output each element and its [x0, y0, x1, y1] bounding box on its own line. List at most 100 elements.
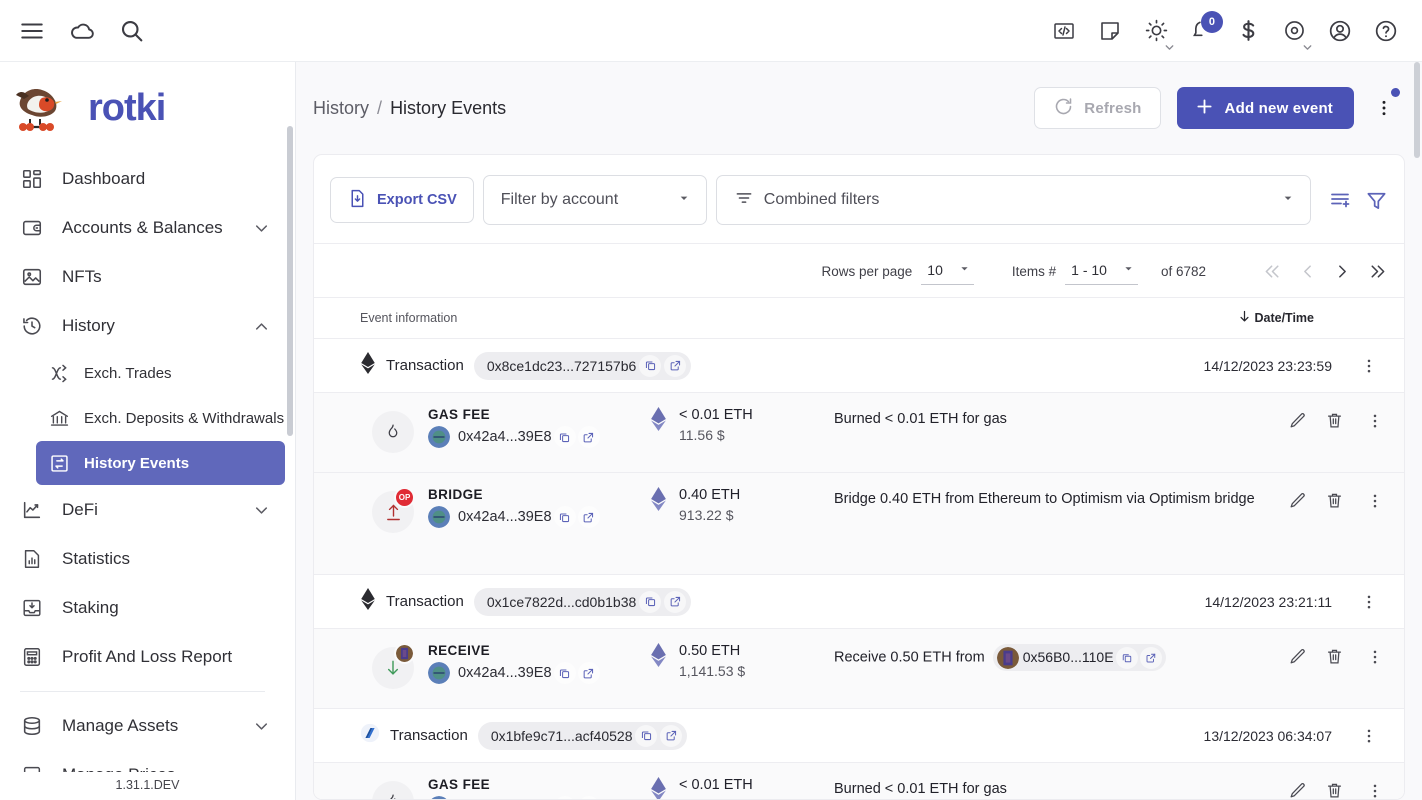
external-link-icon[interactable]: [577, 506, 600, 528]
external-link-icon[interactable]: [577, 662, 600, 684]
page-overflow-menu-button[interactable]: [1370, 88, 1400, 126]
event-row[interactable]: GAS FEE 0x42a4...39E8: [314, 393, 1404, 473]
copy-icon[interactable]: [1115, 646, 1138, 669]
last-page-button[interactable]: [1367, 261, 1388, 282]
copy-icon[interactable]: [553, 796, 576, 799]
copy-icon[interactable]: [553, 506, 576, 528]
sidebar-item-manage-assets[interactable]: Manage Assets: [8, 702, 285, 750]
event-row[interactable]: GAS FEE 0x42a4...39E8: [314, 763, 1404, 799]
edit-icon[interactable]: [1288, 411, 1307, 430]
help-icon[interactable]: [1364, 9, 1408, 53]
column-header-date-time[interactable]: Date/Time: [1237, 309, 1314, 327]
sidebar-item-dashboard[interactable]: Dashboard: [8, 155, 285, 203]
items-range-select[interactable]: 1 - 10: [1065, 258, 1138, 285]
external-link-icon[interactable]: [1139, 646, 1162, 669]
notifications-icon[interactable]: 0: [1180, 9, 1224, 53]
chevron-down-icon: [1121, 261, 1136, 279]
chevron-down-icon: [252, 219, 271, 238]
main-content: History / History Events Refresh Add new…: [296, 62, 1422, 800]
event-row[interactable]: RECEIVE 0x42a4...39E8 0.50 ETH 1,141.53 …: [314, 629, 1404, 709]
add-new-event-button[interactable]: Add new event: [1176, 87, 1354, 129]
kebab-menu-icon: [1382, 100, 1386, 116]
account-filter-select[interactable]: Filter by account: [482, 175, 707, 225]
sidebar-item-exch-trades[interactable]: Exch. Trades: [36, 351, 285, 395]
external-link-icon[interactable]: [577, 426, 600, 448]
sidebar-item-profit-and-loss-report[interactable]: Profit And Loss Report: [8, 633, 285, 681]
sidebar-nav: Dashboard Accounts & Balances NFTs Histo…: [0, 154, 295, 772]
event-address-chip[interactable]: 0x42a4...39E8: [428, 426, 600, 448]
edit-icon[interactable]: [1288, 491, 1307, 510]
export-csv-button[interactable]: Export CSV: [330, 177, 474, 223]
transaction-row[interactable]: Transaction 0x1ce7822d...cd0b1b38 14/12/…: [314, 575, 1404, 629]
items-range-group: Items # 1 - 10 of 6782: [1012, 258, 1206, 285]
sidebar-item-history[interactable]: History: [8, 302, 285, 350]
rows-per-page-select[interactable]: 10: [921, 258, 974, 285]
refresh-button[interactable]: Refresh: [1034, 87, 1161, 129]
copy-icon[interactable]: [639, 590, 662, 613]
transaction-info: Transaction 0x1bfe9c71...acf40528: [360, 721, 1204, 750]
transaction-row[interactable]: Transaction 0x8ce1dc23...727157b6 14/12/…: [314, 339, 1404, 393]
privacy-eye-icon[interactable]: [1272, 9, 1316, 53]
sidebar-item-history-events[interactable]: History Events: [36, 441, 285, 485]
copy-icon[interactable]: [553, 662, 576, 684]
notes-icon[interactable]: [1088, 9, 1132, 53]
playlist-add-icon[interactable]: [1329, 188, 1353, 212]
main-scrollbar[interactable]: [1414, 62, 1420, 158]
cloud-icon[interactable]: [60, 9, 104, 53]
transaction-hash-chip[interactable]: 0x1ce7822d...cd0b1b38: [473, 587, 692, 616]
hamburger-menu-icon[interactable]: [10, 9, 54, 53]
row-overflow-menu-button[interactable]: [1366, 648, 1384, 666]
row-overflow-menu-button[interactable]: [1366, 782, 1384, 800]
theme-sun-icon[interactable]: [1134, 9, 1178, 53]
transaction-hash-chip[interactable]: 0x8ce1dc23...727157b6: [473, 351, 692, 380]
delete-icon[interactable]: [1325, 647, 1344, 666]
event-address-chip[interactable]: 0x42a4...39E8: [428, 796, 600, 799]
sidebar-item-defi[interactable]: DeFi: [8, 486, 285, 534]
row-overflow-menu-button[interactable]: [1354, 593, 1384, 611]
prev-page-button[interactable]: [1297, 261, 1318, 282]
delete-icon[interactable]: [1325, 411, 1344, 430]
external-link-icon[interactable]: [664, 354, 687, 377]
sidebar-item-exch-deposits-withdrawals[interactable]: Exch. Deposits & Withdrawals: [36, 396, 285, 440]
funnel-filter-icon[interactable]: [1365, 189, 1388, 212]
sidebar-scrollbar[interactable]: [287, 126, 293, 436]
sidebar-item-nfts[interactable]: NFTs: [8, 253, 285, 301]
kebab-menu-icon: [1373, 414, 1377, 427]
copy-icon[interactable]: [635, 724, 658, 747]
code-icon[interactable]: [1042, 9, 1086, 53]
external-link-icon[interactable]: [664, 590, 687, 613]
delete-icon[interactable]: [1325, 781, 1344, 799]
delete-icon[interactable]: [1325, 491, 1344, 510]
edit-icon[interactable]: [1288, 647, 1307, 666]
sidebar-item-staking[interactable]: Staking: [8, 584, 285, 632]
row-overflow-menu-button[interactable]: [1354, 727, 1384, 745]
column-header-event-information[interactable]: Event information: [360, 311, 1237, 325]
sidebar-item-statistics[interactable]: Statistics: [8, 535, 285, 583]
external-link-icon[interactable]: [577, 796, 600, 799]
copy-icon[interactable]: [553, 426, 576, 448]
copy-icon[interactable]: [639, 354, 662, 377]
currency-dollar-icon[interactable]: [1226, 9, 1270, 53]
search-icon[interactable]: [110, 9, 154, 53]
edit-icon[interactable]: [1288, 781, 1307, 799]
event-address: 0x42a4...39E8: [458, 665, 552, 681]
breadcrumb-parent[interactable]: History: [313, 98, 369, 118]
event-address-chip[interactable]: 0x42a4...39E8: [428, 506, 600, 528]
brand-logo[interactable]: rotki: [0, 62, 295, 154]
first-page-button[interactable]: [1262, 261, 1283, 282]
next-page-button[interactable]: [1332, 261, 1353, 282]
account-circle-icon[interactable]: [1318, 9, 1362, 53]
row-overflow-menu-button[interactable]: [1354, 357, 1384, 375]
event-row[interactable]: OP BRIDGE 0x42a4...39E8 0.40 ETH 913.22 …: [314, 473, 1404, 575]
transaction-row[interactable]: Transaction 0x1bfe9c71...acf40528 13/12/…: [314, 709, 1404, 763]
event-address-chip[interactable]: 0x42a4...39E8: [428, 662, 600, 684]
combined-filters-select[interactable]: Combined filters: [715, 175, 1311, 225]
transaction-hash-chip[interactable]: 0x1bfe9c71...acf40528: [477, 721, 688, 750]
sidebar-item-accounts-balances[interactable]: Accounts & Balances: [8, 204, 285, 252]
event-description: Burned < 0.01 ETH for gas: [834, 407, 1276, 432]
counterparty-address-chip[interactable]: 0x56B0...110E: [992, 644, 1166, 672]
sidebar-item-manage-prices[interactable]: Manage Prices: [8, 751, 285, 772]
external-link-icon[interactable]: [660, 724, 683, 747]
row-overflow-menu-button[interactable]: [1366, 412, 1384, 430]
row-overflow-menu-button[interactable]: [1366, 492, 1384, 510]
